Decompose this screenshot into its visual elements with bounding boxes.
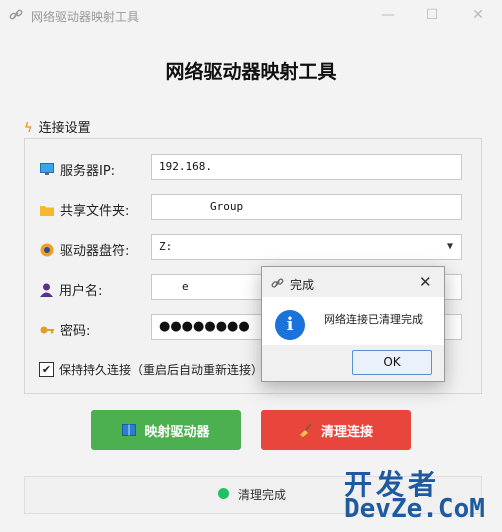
map-drive-button-label: 映射驱动器 <box>144 424 210 440</box>
book-icon <box>122 424 137 436</box>
minimize-icon[interactable]: — <box>378 5 398 25</box>
page-title: 网络驱动器映射工具 <box>165 61 337 83</box>
dialog-button-area: OK <box>262 345 444 381</box>
dialog-message: 网络连接已清理完成 <box>324 313 423 326</box>
share-folder-input[interactable]: Group <box>151 194 462 220</box>
maximize-icon[interactable]: ☐ <box>422 5 442 25</box>
link-icon <box>271 278 284 288</box>
broom-icon <box>299 423 312 437</box>
drive-letter-label: 驱动器盘符: <box>40 240 129 259</box>
status-text: 清理完成 <box>238 488 287 502</box>
dialog-title: 完成 <box>290 278 315 292</box>
link-icon <box>9 9 23 20</box>
username-label-text: 用户名: <box>59 284 103 299</box>
share-folder-label-text: 共享文件夹: <box>60 204 130 219</box>
dialog-body: i 网络连接已清理完成 OK <box>262 297 444 381</box>
info-icon: i <box>275 310 305 340</box>
username-label: 用户名: <box>40 280 102 299</box>
persist-checkbox-label: 保持持久连接（重启后自动重新连接） <box>59 363 264 377</box>
clean-connection-button[interactable]: 清理连接 <box>261 410 411 450</box>
ok-button[interactable]: OK <box>352 350 432 375</box>
section-label: ϟ 连接设置 <box>24 117 91 136</box>
map-drive-button[interactable]: 映射驱动器 <box>91 410 241 450</box>
drive-letter-value: Z: <box>159 240 173 253</box>
close-icon[interactable]: ✕ <box>468 5 488 25</box>
lightning-icon: ϟ <box>24 121 33 136</box>
server-ip-label: 服务器IP: <box>40 160 115 179</box>
password-label: 密码: <box>40 320 90 339</box>
user-icon <box>40 283 53 297</box>
watermark-line2: DevZe.CoM <box>344 494 485 524</box>
chevron-down-icon: ▼ <box>446 241 453 252</box>
key-icon <box>40 326 54 333</box>
share-folder-label: 共享文件夹: <box>40 200 129 219</box>
clean-connection-button-label: 清理连接 <box>320 424 373 440</box>
window-title: 网络驱动器映射工具 <box>31 10 140 24</box>
section-label-text: 连接设置 <box>38 121 91 136</box>
password-label-text: 密码: <box>60 324 91 339</box>
server-ip-input[interactable]: 192.168. <box>151 154 462 180</box>
server-ip-label-text: 服务器IP: <box>60 164 116 179</box>
monitor-icon <box>40 163 54 175</box>
drive-icon <box>40 243 54 256</box>
dialog-close-icon[interactable]: ✕ <box>419 273 432 291</box>
drive-letter-label-text: 驱动器盘符: <box>60 244 130 259</box>
status-dot-icon <box>218 488 229 499</box>
completion-dialog: 完成 ✕ i 网络连接已清理完成 OK <box>261 266 445 382</box>
title-bar: 网络驱动器映射工具 — ☐ ✕ <box>0 0 502 31</box>
drive-letter-select[interactable]: Z: ▼ <box>151 234 462 260</box>
folder-icon <box>40 205 54 216</box>
persist-checkbox[interactable]: ✔ <box>39 362 54 377</box>
